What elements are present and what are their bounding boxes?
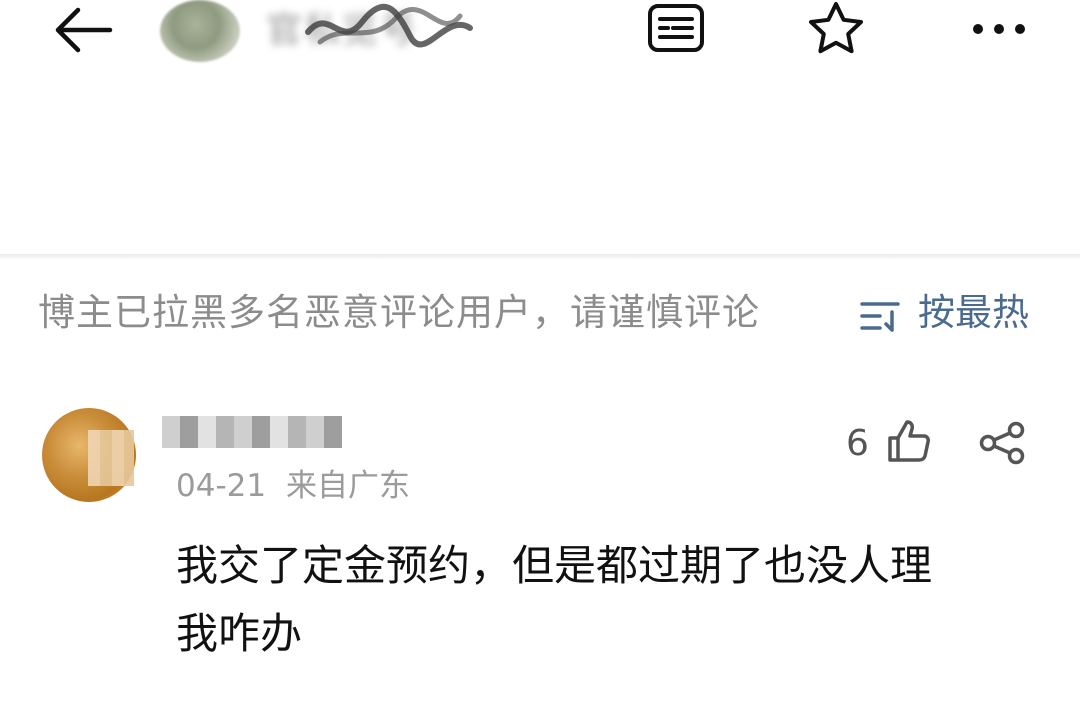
avatar-redaction <box>88 430 134 486</box>
sort-icon[interactable] <box>858 298 906 334</box>
more-dots-icon <box>973 24 1025 34</box>
arrow-left-icon <box>55 7 113 53</box>
comment-notice-bar: 博主已拉黑多名恶意评论用户，请谨慎评论 按最热 <box>0 280 1080 346</box>
section-divider <box>0 254 1080 260</box>
thumbs-up-icon <box>888 420 930 462</box>
list-button[interactable] <box>644 0 708 58</box>
blocked-users-notice: 博主已拉黑多名恶意评论用户，请谨慎评论 <box>38 291 760 334</box>
comment-date: 04-21 <box>176 468 267 504</box>
like-button[interactable] <box>884 416 934 466</box>
favorite-button[interactable] <box>804 0 868 58</box>
comment-body: 我交了定金预约，但是都过期了也没人理 我咋办 <box>176 541 933 658</box>
redaction-scribble <box>305 3 473 48</box>
document-list-icon <box>648 4 704 52</box>
comment-location: 来自广东 <box>285 468 410 504</box>
comment-item: ████████ 04-21 来自广东 6 我交了定金预约，但是都过期了也没人理… <box>0 390 1080 708</box>
share-icon <box>979 421 1025 465</box>
channel-avatar[interactable] <box>160 0 240 62</box>
username-redaction <box>162 416 342 448</box>
sort-by-hot-button[interactable]: 按最热 <box>918 288 1029 338</box>
star-outline-icon <box>809 2 863 54</box>
back-button[interactable] <box>48 4 118 56</box>
top-bar: 官私览号 <box>0 0 1080 64</box>
more-options-button[interactable] <box>966 6 1032 52</box>
like-count: 6 <box>846 423 869 464</box>
comment-meta: 04-21 来自广东 <box>176 464 410 508</box>
share-button[interactable] <box>976 420 1030 466</box>
